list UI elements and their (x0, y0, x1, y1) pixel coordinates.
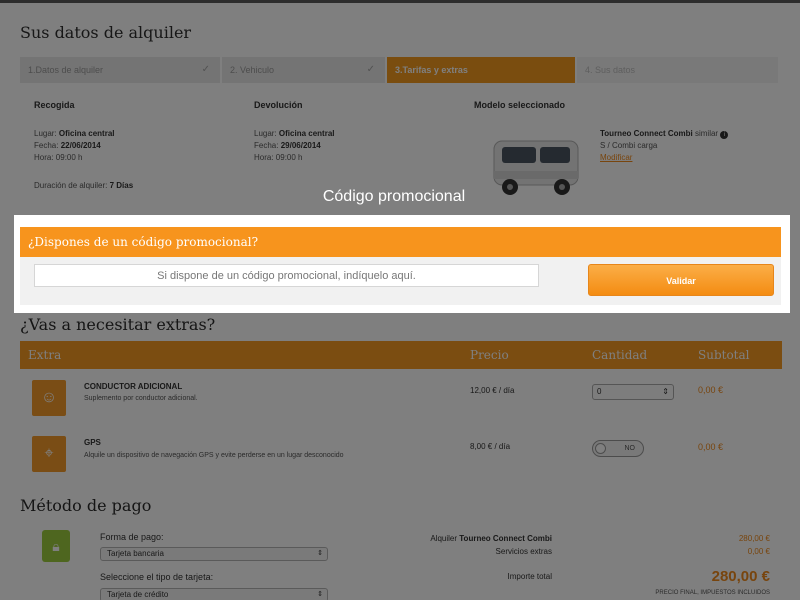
promo-header: ¿Dispones de un código promocional? (20, 227, 781, 257)
validate-button[interactable]: Validar (588, 264, 774, 296)
promo-code-input[interactable] (34, 264, 539, 287)
overlay-title: Código promocional (322, 188, 466, 205)
